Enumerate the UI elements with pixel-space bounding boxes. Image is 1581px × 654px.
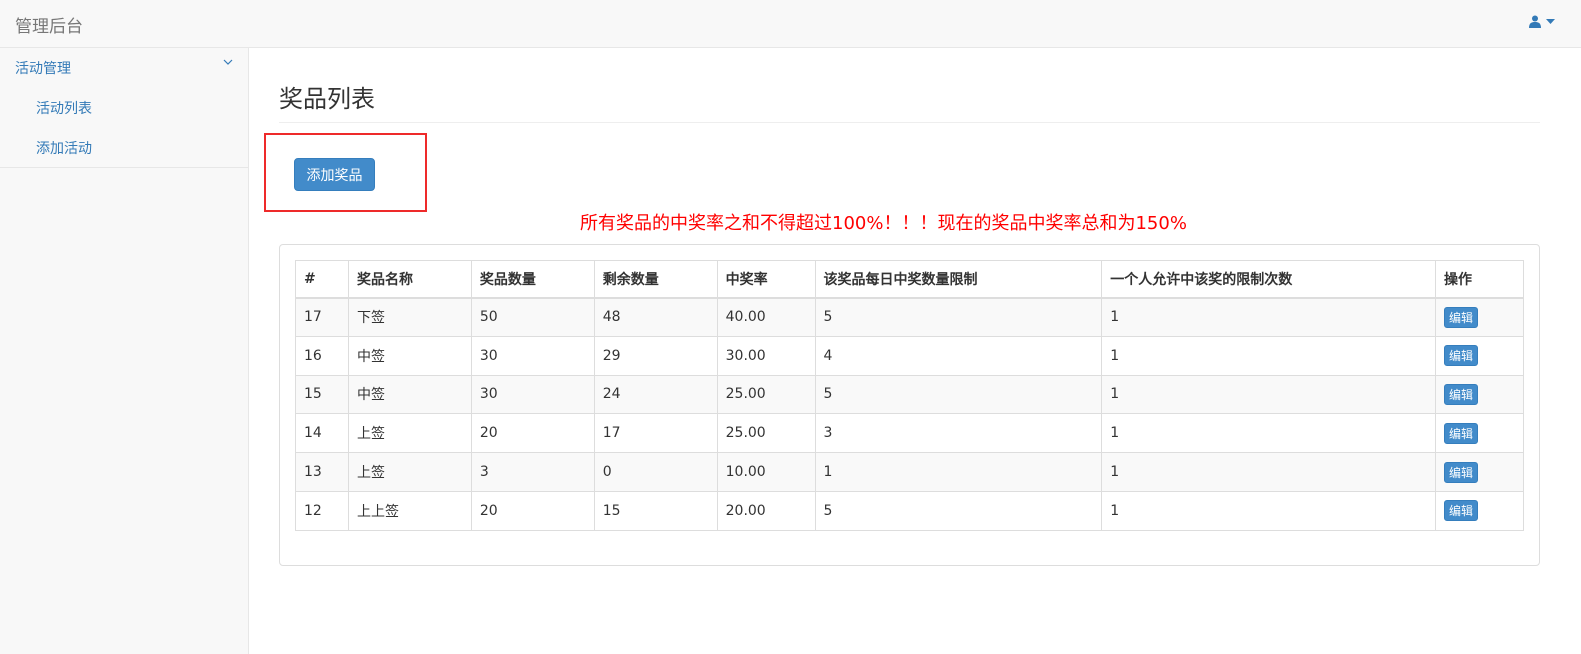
edit-button[interactable]: 编辑	[1444, 422, 1479, 444]
cell-per-person-limit: 1	[1101, 490, 1437, 531]
top-navbar: 管理后台	[0, 0, 1581, 48]
cell-quantity: 20	[470, 413, 595, 454]
cell-id: 13	[295, 452, 349, 492]
sidebar-item-label: 活动列表	[36, 101, 92, 117]
cell-remaining: 29	[593, 335, 718, 376]
sidebar-group-label: 活动管理	[15, 61, 71, 77]
cell-quantity: 20	[470, 490, 595, 531]
cell-actions: 编辑	[1435, 413, 1524, 454]
sidebar: 活动管理 活动列表 添加活动	[0, 48, 249, 654]
cell-remaining: 24	[593, 374, 718, 415]
cell-rate: 40.00	[716, 297, 816, 337]
cell-per-person-limit: 1	[1101, 335, 1437, 376]
edit-button[interactable]: 编辑	[1444, 500, 1479, 522]
user-icon	[1529, 15, 1541, 28]
cell-quantity: 50	[470, 297, 595, 337]
chevron-down-icon	[223, 59, 233, 65]
cell-remaining: 0	[593, 452, 718, 492]
cell-rate: 30.00	[716, 335, 816, 376]
cell-daily-limit: 5	[814, 490, 1103, 531]
table-row: 13 上签 3 0 10.00 1 1 编辑	[295, 452, 1524, 492]
cell-rate: 25.00	[716, 413, 816, 454]
cell-per-person-limit: 1	[1101, 413, 1437, 454]
prize-rate-warning: 所有奖品的中奖率之和不得超过100%！！！现在的奖品中奖率总和为150%	[580, 213, 1187, 234]
table-row: 15 中签 30 24 25.00 5 1 编辑	[295, 374, 1524, 415]
cell-quantity: 3	[470, 452, 595, 492]
column-header-actions: 操作	[1435, 260, 1524, 299]
cell-daily-limit: 5	[814, 374, 1103, 415]
sidebar-group-activity[interactable]: 活动管理	[0, 48, 248, 88]
cell-rate: 20.00	[716, 490, 816, 531]
main-content: 奖品列表	[279, 48, 1540, 123]
cell-daily-limit: 1	[814, 452, 1103, 492]
cell-name: 上签	[347, 413, 472, 454]
cell-id: 12	[295, 490, 349, 531]
cell-quantity: 30	[470, 335, 595, 376]
column-header-name: 奖品名称	[347, 260, 472, 299]
cell-per-person-limit: 1	[1101, 374, 1437, 415]
table-row: 17 下签 50 48 40.00 5 1 编辑	[295, 297, 1524, 337]
page-title: 奖品列表	[279, 86, 1540, 123]
table-row: 12 上上签 20 15 20.00 5 1 编辑	[295, 490, 1524, 531]
column-header-daily-limit: 该奖品每日中奖数量限制	[814, 260, 1103, 299]
cell-actions: 编辑	[1435, 452, 1524, 492]
cell-rate: 10.00	[716, 452, 816, 492]
user-menu[interactable]	[1529, 15, 1555, 28]
add-prize-button[interactable]: 添加奖品	[294, 158, 375, 191]
cell-name: 中签	[347, 335, 472, 376]
cell-name: 上签	[347, 452, 472, 492]
sidebar-item-label: 添加活动	[36, 141, 92, 157]
cell-actions: 编辑	[1435, 374, 1524, 415]
column-header-quantity: 奖品数量	[470, 260, 595, 299]
sidebar-item-activity-list[interactable]: 活动列表	[0, 88, 248, 128]
column-header-id: #	[295, 260, 349, 299]
cell-per-person-limit: 1	[1101, 452, 1437, 492]
cell-id: 17	[295, 297, 349, 337]
cell-remaining: 48	[593, 297, 718, 337]
edit-button[interactable]: 编辑	[1444, 306, 1479, 328]
table-row: 14 上签 20 17 25.00 3 1 编辑	[295, 413, 1524, 454]
cell-id: 16	[295, 335, 349, 376]
cell-name: 上上签	[347, 490, 472, 531]
cell-daily-limit: 4	[814, 335, 1103, 376]
cell-rate: 25.00	[716, 374, 816, 415]
sidebar-item-add-activity[interactable]: 添加活动	[0, 128, 248, 168]
brand-title[interactable]: 管理后台	[15, 12, 83, 37]
caret-down-icon	[1546, 18, 1555, 24]
cell-daily-limit: 5	[814, 297, 1103, 337]
cell-quantity: 30	[470, 374, 595, 415]
column-header-rate: 中奖率	[716, 260, 816, 299]
cell-daily-limit: 3	[814, 413, 1103, 454]
cell-remaining: 17	[593, 413, 718, 454]
cell-actions: 编辑	[1435, 335, 1524, 376]
cell-id: 15	[295, 374, 349, 415]
cell-actions: 编辑	[1435, 297, 1524, 337]
cell-per-person-limit: 1	[1101, 297, 1437, 337]
column-header-remaining: 剩余数量	[593, 260, 718, 299]
cell-remaining: 15	[593, 490, 718, 531]
cell-id: 14	[295, 413, 349, 454]
prize-table: # 奖品名称 奖品数量 剩余数量 中奖率 该奖品每日中奖数量限制 一个人允许中该…	[295, 260, 1524, 531]
column-header-per-person-limit: 一个人允许中该奖的限制次数	[1101, 260, 1437, 299]
table-header-row: # 奖品名称 奖品数量 剩余数量 中奖率 该奖品每日中奖数量限制 一个人允许中该…	[295, 260, 1524, 299]
table-row: 16 中签 30 29 30.00 4 1 编辑	[295, 335, 1524, 376]
edit-button[interactable]: 编辑	[1444, 345, 1479, 367]
cell-name: 下签	[347, 297, 472, 337]
edit-button[interactable]: 编辑	[1444, 383, 1479, 405]
cell-actions: 编辑	[1435, 490, 1524, 531]
cell-name: 中签	[347, 374, 472, 415]
edit-button[interactable]: 编辑	[1444, 461, 1479, 483]
